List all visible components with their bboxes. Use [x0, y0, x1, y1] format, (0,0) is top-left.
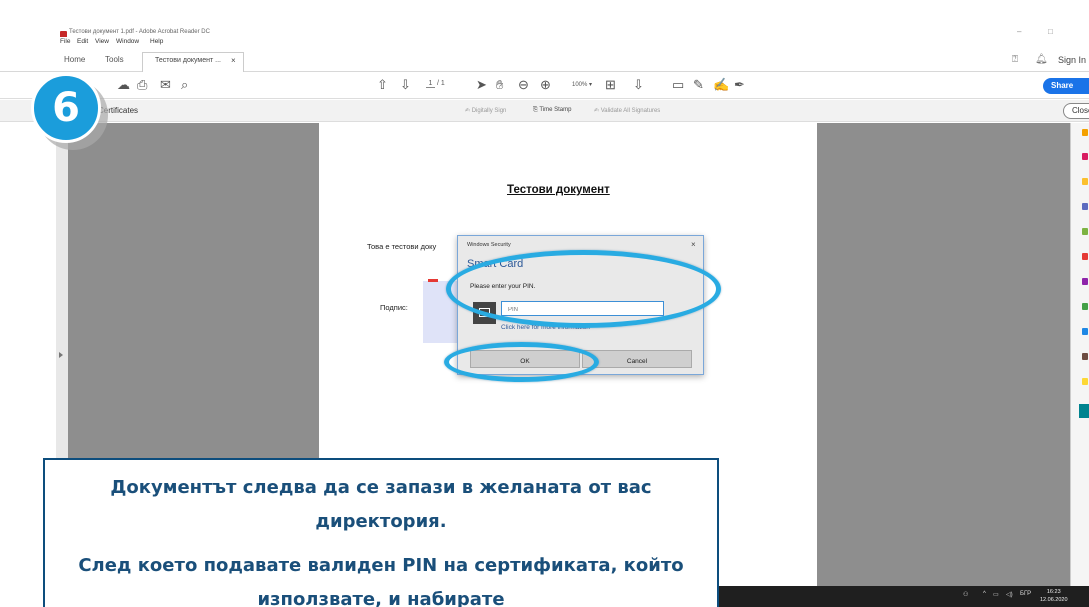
document-body-text: Това е тестови доку: [367, 242, 437, 251]
tab-bar: Home Tools Тестови документ ... × ⍰ 🔔︎ S…: [0, 50, 1089, 72]
fill-sign-icon[interactable]: [1082, 253, 1088, 260]
tray-expand-icon[interactable]: ^: [983, 591, 986, 597]
fit-page-icon[interactable]: ⊞: [605, 77, 616, 93]
export-pdf-icon[interactable]: [1082, 129, 1088, 136]
right-tools-panel: [1070, 123, 1089, 607]
zoom-level-select[interactable]: 100% ▾: [572, 81, 592, 88]
page-up-icon[interactable]: ⇧: [377, 77, 388, 93]
title-bar: Тестови документ 1.pdf - Adobe Acrobat R…: [0, 0, 1089, 39]
search-icon[interactable]: ⌕: [181, 77, 188, 93]
menu-view[interactable]: View: [95, 38, 109, 45]
create-pdf-icon[interactable]: [1082, 153, 1088, 160]
share-button[interactable]: Share: [1043, 78, 1089, 94]
zoom-in-icon[interactable]: ⊕: [540, 77, 551, 93]
maximize-button[interactable]: □: [1048, 27, 1053, 36]
upload-cloud-icon[interactable]: ☁: [117, 77, 130, 93]
window-title: Тестови документ 1.pdf - Adobe Acrobat R…: [69, 29, 210, 35]
send-comments-icon[interactable]: [1082, 328, 1088, 335]
combine-files-icon[interactable]: [1082, 203, 1088, 210]
tab-document[interactable]: Тестови документ ... ×: [142, 52, 244, 72]
menu-edit[interactable]: Edit: [77, 38, 88, 45]
validate-signatures-button[interactable]: ✍︎ Validate All Signatures: [594, 107, 660, 114]
minimize-button[interactable]: –: [1017, 27, 1021, 36]
signature-flag-icon: [428, 279, 438, 282]
menu-window[interactable]: Window: [116, 38, 139, 45]
document-title: Тестови документ: [507, 184, 610, 196]
organize-pages-icon[interactable]: [1082, 278, 1088, 285]
dialog-caption: Windows Security: [467, 242, 511, 248]
help-icon[interactable]: ⍰: [1012, 54, 1018, 65]
menu-help[interactable]: Help: [150, 38, 163, 45]
scan-icon[interactable]: [1082, 353, 1088, 360]
share-button-label: Share: [1051, 81, 1074, 90]
tab-close-icon[interactable]: ×: [231, 56, 236, 65]
notification-bell-icon[interactable]: 🔔︎: [1035, 54, 1048, 65]
draw-icon[interactable]: ✍: [713, 77, 729, 93]
page-total: / 1: [436, 80, 445, 87]
toolbar: ☁ ⎙ ✉ ⌕ ⇧ ⇩ 1 / 1 ➤ ✋︎ ⊖ ⊕ 100% ▾ ⊞ ⇩ ▭ …: [0, 73, 1089, 99]
step-number-badge: 6: [31, 73, 101, 143]
page-navigation: 1 / 1: [426, 80, 445, 88]
menu-bar: File Edit View Window Help: [0, 37, 1089, 49]
sign-icon[interactable]: ✒: [734, 77, 745, 93]
ok-highlight-ellipse: [444, 342, 599, 382]
select-cursor-icon[interactable]: ➤: [476, 77, 487, 93]
clock-date: 12.06.2020: [1040, 597, 1068, 603]
tab-document-label: Тестови документ ...: [155, 57, 221, 64]
certificates-tool-icon[interactable]: [1079, 404, 1089, 418]
volume-icon[interactable]: ◁): [1006, 591, 1013, 598]
page-down-icon[interactable]: ⇩: [400, 77, 411, 93]
protect-icon[interactable]: [1082, 303, 1088, 310]
network-icon[interactable]: ▭: [993, 591, 999, 598]
comment-icon[interactable]: ▭: [672, 77, 684, 93]
taskbar-clock[interactable]: 16:23 12.06.2020: [1040, 588, 1068, 604]
callout-line-1: Документът следва да се запази в желанат…: [110, 477, 652, 532]
zoom-out-icon[interactable]: ⊖: [518, 77, 529, 93]
scroll-mode-icon[interactable]: ⇩: [633, 77, 644, 93]
tab-home[interactable]: Home: [64, 55, 85, 64]
menu-file[interactable]: File: [60, 38, 70, 45]
dialog-close-icon[interactable]: ×: [691, 240, 696, 249]
edit-pdf-icon[interactable]: [1082, 228, 1088, 235]
page-number-input[interactable]: 1: [426, 80, 435, 88]
instruction-callout: Документът следва да се запази в желанат…: [43, 458, 719, 607]
callout-line-2: След което подавате валиден PIN на серти…: [78, 555, 684, 607]
hand-tool-icon[interactable]: ✋︎: [496, 77, 503, 93]
print-icon[interactable]: ⎙: [137, 77, 147, 93]
expand-panel-icon[interactable]: [59, 352, 63, 358]
digitally-sign-button[interactable]: ✍︎ Digitally Sign: [465, 107, 506, 114]
time-stamp-button[interactable]: ⎘ Time Stamp: [533, 107, 571, 114]
pin-highlight-ellipse: [446, 250, 721, 328]
sign-in-link[interactable]: Sign In: [1058, 55, 1086, 65]
certificates-bar: Certificates ✍︎ Digitally Sign ⎘ Time St…: [0, 100, 1089, 122]
stamp-icon[interactable]: [1082, 378, 1088, 385]
language-indicator[interactable]: БГР: [1020, 591, 1031, 597]
tab-tools[interactable]: Tools: [105, 55, 124, 64]
signature-label: Подпис:: [380, 303, 408, 312]
comment-tool-icon[interactable]: [1082, 178, 1088, 185]
close-certificates-button[interactable]: Close: [1063, 103, 1089, 119]
highlight-pen-icon[interactable]: ✎: [693, 77, 704, 93]
email-icon[interactable]: ✉: [160, 77, 171, 93]
people-icon[interactable]: ⚇: [963, 591, 968, 598]
clock-time: 16:23: [1046, 589, 1061, 595]
